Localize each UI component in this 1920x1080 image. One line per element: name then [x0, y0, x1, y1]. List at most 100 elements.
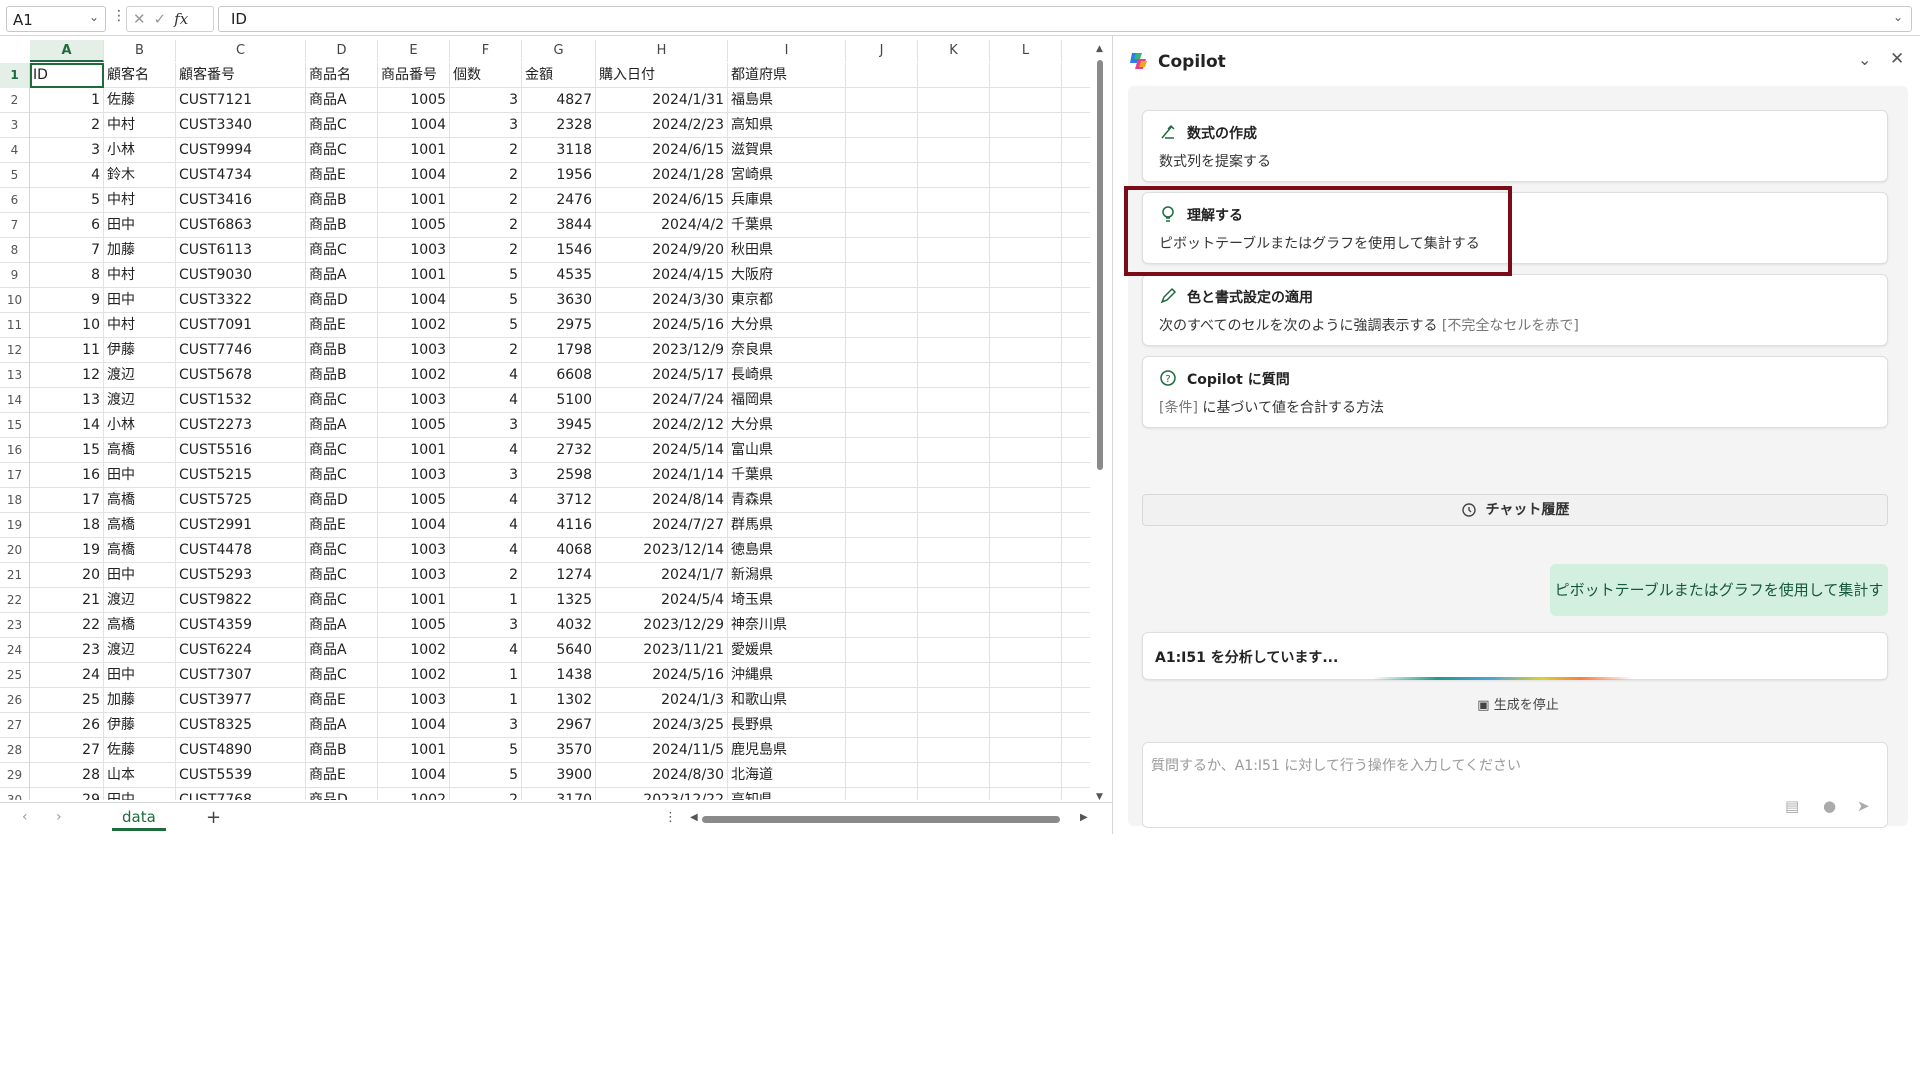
- grid-cell[interactable]: [990, 188, 1062, 213]
- grid-cell[interactable]: 商品E: [306, 313, 378, 338]
- grid-cell[interactable]: 20: [30, 563, 104, 588]
- column-header-g[interactable]: G: [522, 40, 596, 62]
- grid-cell[interactable]: 2024/8/30: [596, 763, 728, 788]
- grid-cell[interactable]: 2598: [522, 463, 596, 488]
- grid-cell[interactable]: 2: [450, 163, 522, 188]
- grid-cell[interactable]: [918, 713, 990, 738]
- grid-cell[interactable]: 商品A: [306, 638, 378, 663]
- grid-cell[interactable]: 商品E: [306, 163, 378, 188]
- grid-cell[interactable]: [990, 313, 1062, 338]
- fx-icon[interactable]: fx: [174, 10, 188, 28]
- grid-cell[interactable]: 3: [450, 463, 522, 488]
- suggestion-card-formula[interactable]: 数式の作成 数式列を提案する: [1142, 110, 1888, 182]
- grid-cell[interactable]: 9: [30, 288, 104, 313]
- column-header-k[interactable]: K: [918, 40, 990, 62]
- row-number[interactable]: 3: [0, 113, 30, 138]
- grid-cell[interactable]: [918, 463, 990, 488]
- grid-cell[interactable]: 2: [450, 188, 522, 213]
- grid-cell[interactable]: [990, 738, 1062, 763]
- grid-cell[interactable]: 3: [30, 138, 104, 163]
- grid-cell[interactable]: 田中: [104, 563, 176, 588]
- grid-cell[interactable]: 高橋: [104, 513, 176, 538]
- scroll-right-icon[interactable]: ▶: [1080, 812, 1088, 823]
- grid-cell[interactable]: [990, 213, 1062, 238]
- column-header-j[interactable]: J: [846, 40, 918, 62]
- grid-cell[interactable]: [990, 438, 1062, 463]
- grid-cell[interactable]: 1005: [378, 213, 450, 238]
- grid-cell[interactable]: 小林: [104, 413, 176, 438]
- row-number[interactable]: 27: [0, 713, 30, 738]
- grid-cell[interactable]: [918, 538, 990, 563]
- formula-input[interactable]: ID ⌄: [218, 6, 1912, 32]
- grid-cell[interactable]: [846, 663, 918, 688]
- grid-cell[interactable]: CUST7307: [176, 663, 306, 688]
- grid-cell[interactable]: [918, 188, 990, 213]
- grid-cell[interactable]: [846, 488, 918, 513]
- grid-cell[interactable]: 商品B: [306, 363, 378, 388]
- grid-cell[interactable]: 5: [450, 313, 522, 338]
- grid-cell[interactable]: 商品B: [306, 738, 378, 763]
- grid-cell[interactable]: 1005: [378, 613, 450, 638]
- add-sheet-button[interactable]: +: [206, 807, 221, 828]
- row-number[interactable]: 28: [0, 738, 30, 763]
- grid-cell[interactable]: 4: [450, 488, 522, 513]
- prev-sheet-icon[interactable]: ‹: [22, 809, 28, 825]
- grid-cell[interactable]: 2024/1/14: [596, 463, 728, 488]
- prompt-input[interactable]: [1151, 751, 1851, 781]
- grid-cell[interactable]: 2: [450, 788, 522, 800]
- grid-cell[interactable]: [846, 188, 918, 213]
- grid-cell[interactable]: 1005: [378, 413, 450, 438]
- grid-cell[interactable]: 2024/7/24: [596, 388, 728, 413]
- grid-cell[interactable]: 17: [30, 488, 104, 513]
- row-number[interactable]: 12: [0, 338, 30, 363]
- grid-cell[interactable]: 2: [450, 563, 522, 588]
- grid-cell[interactable]: 東京都: [728, 288, 846, 313]
- grid-cell[interactable]: CUST3340: [176, 113, 306, 138]
- header-cell[interactable]: [918, 63, 990, 88]
- grid-cell[interactable]: 商品C: [306, 538, 378, 563]
- grid-cell[interactable]: 青森県: [728, 488, 846, 513]
- grid-cell[interactable]: 1: [30, 88, 104, 113]
- grid-cell[interactable]: CUST8325: [176, 713, 306, 738]
- grid-cell[interactable]: 2024/3/30: [596, 288, 728, 313]
- grid-cell[interactable]: [990, 663, 1062, 688]
- grid-cell[interactable]: [990, 688, 1062, 713]
- grid-cell[interactable]: 大分県: [728, 413, 846, 438]
- grid-cell[interactable]: 1001: [378, 263, 450, 288]
- grid-cell[interactable]: 商品C: [306, 238, 378, 263]
- grid-cell[interactable]: 2024/6/15: [596, 188, 728, 213]
- grid-cell[interactable]: CUST3977: [176, 688, 306, 713]
- grid-cell[interactable]: [918, 438, 990, 463]
- grid-cell[interactable]: [846, 638, 918, 663]
- grid-cell[interactable]: 4: [450, 388, 522, 413]
- grid-cell[interactable]: CUST6224: [176, 638, 306, 663]
- row-number[interactable]: 10: [0, 288, 30, 313]
- grid-cell[interactable]: 2: [30, 113, 104, 138]
- column-header-i[interactable]: I: [728, 40, 846, 62]
- grid-cell[interactable]: CUST4734: [176, 163, 306, 188]
- grid-cell[interactable]: [846, 238, 918, 263]
- grid-cell[interactable]: [990, 613, 1062, 638]
- grid-cell[interactable]: 14: [30, 413, 104, 438]
- grid-cell[interactable]: 4116: [522, 513, 596, 538]
- scroll-down-icon[interactable]: ▼: [1096, 792, 1103, 802]
- column-header-l[interactable]: L: [990, 40, 1062, 62]
- grid-cell[interactable]: [846, 413, 918, 438]
- grid-cell[interactable]: CUST5215: [176, 463, 306, 488]
- grid-cell[interactable]: 10: [30, 313, 104, 338]
- header-cell[interactable]: 顧客番号: [176, 63, 306, 88]
- grid-cell[interactable]: 4068: [522, 538, 596, 563]
- grid-cell[interactable]: 2023/12/9: [596, 338, 728, 363]
- grid-cell[interactable]: 商品A: [306, 88, 378, 113]
- grid-cell[interactable]: [990, 588, 1062, 613]
- grid-cell[interactable]: 田中: [104, 788, 176, 800]
- grid-cell[interactable]: [918, 163, 990, 188]
- grid-cell[interactable]: 4827: [522, 88, 596, 113]
- grid-cell[interactable]: 27: [30, 738, 104, 763]
- grid-cell[interactable]: 渡辺: [104, 363, 176, 388]
- grid-cell[interactable]: 田中: [104, 213, 176, 238]
- grid-cell[interactable]: [846, 263, 918, 288]
- grid-cell[interactable]: 商品C: [306, 663, 378, 688]
- grid-cell[interactable]: 1004: [378, 513, 450, 538]
- grid-cell[interactable]: 長野県: [728, 713, 846, 738]
